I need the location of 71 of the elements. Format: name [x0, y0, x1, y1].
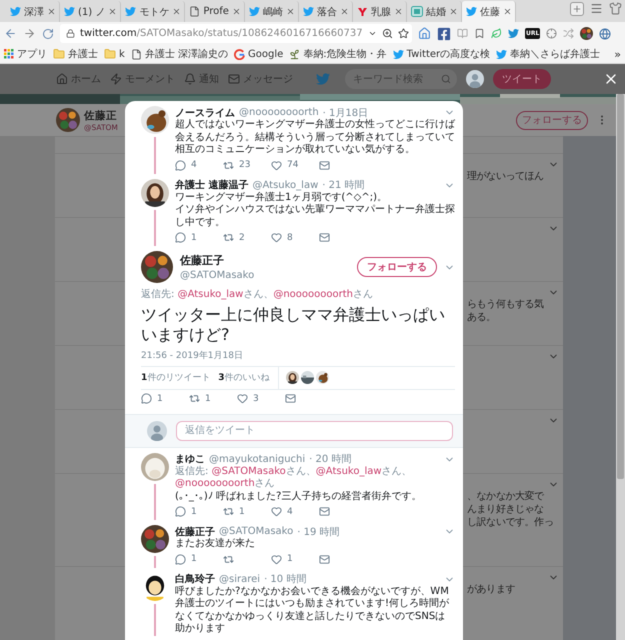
browser-tab[interactable]: 佐藤: [462, 1, 516, 22]
like-button[interactable]: 74: [271, 160, 319, 170]
timeline-text: 理がないってほん: [467, 170, 544, 183]
tweet-text: (｡･_･｡)ﾉ 呼ばれました?三人子持ちの経営者街弁です。: [175, 490, 422, 503]
reply-button[interactable]: 1: [175, 506, 223, 517]
timeline-text: し訳ないです。作っ: [467, 516, 554, 529]
author-name: ノースライム: [175, 106, 235, 118]
author-name: 弁護士 遠藤温子: [175, 178, 248, 192]
tweet-button[interactable]: ツイート: [493, 69, 551, 89]
tweet-text: 超人ではないワーキングマザー弁護士の女性ってどこに行けば会えるんだろう。結構そういう層って分断されてしまっていて相互のコミュニケーションが取れていない気がする。: [175, 119, 455, 156]
tweet-time: · 10 時間: [264, 572, 306, 586]
author-name: 佐藤正子: [180, 253, 225, 268]
author-handle: @mayukotaniguchi: [209, 454, 306, 464]
bookmark-link[interactable]: 奉納＼さらば弁護士: [496, 47, 600, 61]
timeline-text: があります: [467, 583, 516, 596]
retweet-button[interactable]: 1: [223, 506, 271, 517]
mention-link[interactable]: @Atsuko_law: [178, 289, 244, 300]
follow-button[interactable]: フォローする: [516, 110, 588, 130]
tweet-text: 呼びましたか?なかなかお会いできる機会がないですが、WM弁護士のツイートにはいつも励まされています!何しろ時間がなくてなかなかゆっくり友達と話したりできないのでSNSは助かります: [175, 586, 450, 636]
bookmark-link[interactable]: 弁護士 深澤諭史の: [130, 47, 228, 61]
like-button[interactable]: 1: [271, 554, 319, 564]
bookmark-link[interactable]: アプリ: [4, 47, 47, 61]
reply-button[interactable]: 1: [175, 554, 223, 564]
mention-link[interactable]: @SATOMasako: [212, 466, 286, 476]
stat-link[interactable]: 1件のリツイート: [141, 371, 210, 384]
author-name: 佐藤正子: [175, 526, 215, 538]
author-handle: @noooooooorth: [239, 107, 319, 118]
tweet-time: · 20 時間: [309, 452, 352, 466]
tweet-text: イソ弁やインハウスではない先輩ワーママパートナー弁護士探し中です。: [175, 204, 455, 229]
reply-button[interactable]: 4: [175, 160, 223, 170]
reply-button[interactable]: 1: [141, 393, 189, 404]
bookmark-link[interactable]: Twitterの高度な検: [392, 47, 490, 61]
bookmark-link[interactable]: 弁護士: [53, 47, 98, 61]
author-handle: @sirarei: [219, 574, 260, 584]
mention-link[interactable]: @noooooooorth: [175, 478, 255, 489]
reply-to-text: 返信先: @SATOMasakoさん、@Atsuko_lawさん、 @noooooooorthさん: [175, 466, 413, 490]
timeline-text: らもう何もする気: [467, 298, 544, 311]
more-bookmarks-link[interactable]: »: [614, 48, 621, 60]
bookmark-link[interactable]: k: [104, 48, 125, 60]
address-field[interactable]: twitter.com/SATOMasako/status/1086246016716660737: [60, 24, 412, 43]
like-button[interactable]: 4: [271, 506, 319, 517]
mention-link[interactable]: @noooooooorth: [273, 289, 353, 300]
retweet-button[interactable]: 1: [189, 393, 237, 404]
bookmark-link[interactable]: 奉納:危険生物・弁: [289, 47, 387, 61]
tweet-text: またお友達が来た: [175, 538, 256, 550]
tweet-time: · 21 時間: [322, 178, 365, 192]
retweet-button[interactable]: 2: [223, 232, 271, 243]
bookmark-link[interactable]: Google: [234, 48, 284, 60]
tweet-timestamp: 21:56 - 2019年1月18日: [141, 350, 244, 362]
author-handle: @SATOMasako: [180, 270, 254, 281]
author-handle: @SATOMasako: [219, 526, 294, 537]
follow-button[interactable]: フォローする: [357, 257, 437, 277]
tweet-text: ツイッター上に仲良しママ弁護士いっぱいいますけど?: [141, 304, 446, 344]
like-button[interactable]: 3: [237, 393, 285, 404]
tweet-text: ワーキングマザー弁護士1ヶ月弱です(^◇^;)。: [175, 192, 388, 204]
reply-field[interactable]: 返信をツイート: [176, 420, 453, 440]
reply-button[interactable]: 1: [175, 232, 223, 243]
profile-name: 佐藤正: [84, 108, 118, 122]
retweet-button[interactable]: 23: [223, 160, 271, 170]
author-name: 白鳥玲子: [175, 572, 215, 586]
tweet-time: · 1月18日: [322, 106, 368, 118]
author-handle: @Atsuko_law: [252, 180, 318, 190]
like-button[interactable]: 8: [271, 232, 319, 243]
timeline-text: んまり好きじゃな: [467, 503, 544, 516]
reply-to-text: 返信先: @Atsuko_lawさん、@noooooooorthさん: [141, 289, 374, 302]
author-name: まゆこ: [175, 453, 205, 466]
stat-link[interactable]: 3件のいいね: [218, 371, 270, 384]
tweet-time: · 19 時間: [297, 526, 340, 538]
mention-link[interactable]: @Atsuko_law: [316, 466, 382, 476]
timeline-text: ある。: [467, 311, 496, 324]
timeline-text: 、なかなか大変で: [467, 490, 544, 503]
